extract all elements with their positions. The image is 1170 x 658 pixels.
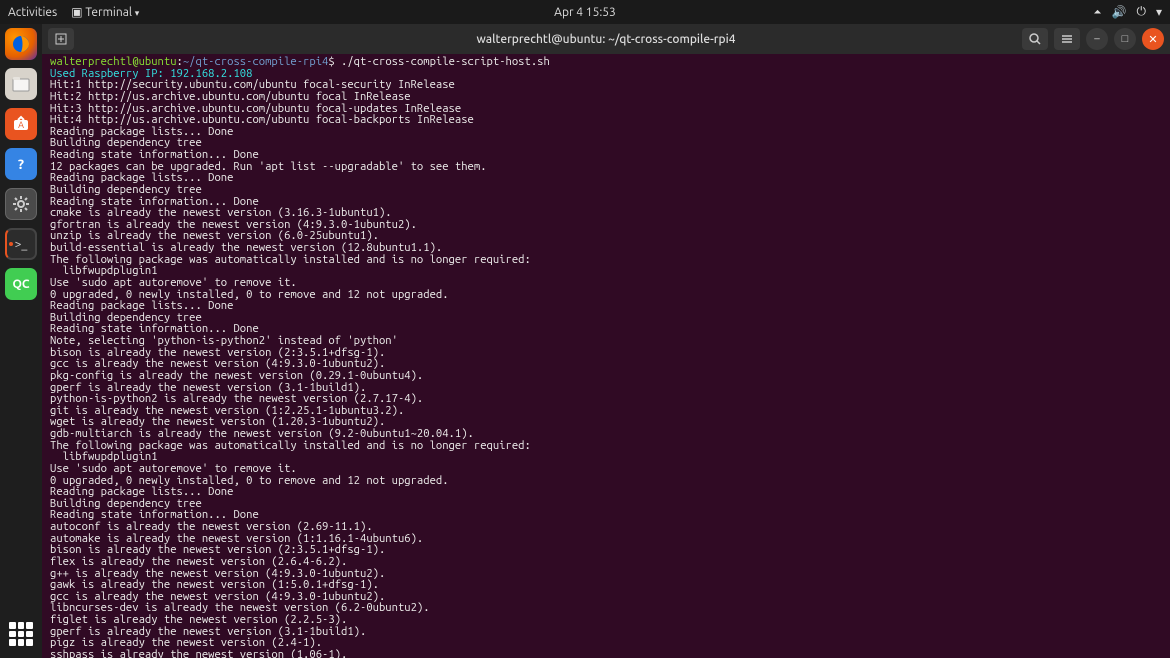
firefox-launcher-icon[interactable] bbox=[5, 28, 37, 60]
search-button[interactable] bbox=[1022, 28, 1048, 50]
maximize-button[interactable]: □ bbox=[1114, 28, 1136, 50]
terminal-app-menu[interactable]: ▣ Terminal bbox=[71, 5, 139, 19]
terminal-menu-label: Terminal bbox=[85, 6, 132, 19]
software-launcher-icon[interactable]: A bbox=[5, 108, 37, 140]
dock: A ? >_ QC bbox=[0, 24, 42, 658]
svg-text:A: A bbox=[18, 120, 24, 130]
terminal-window: walterprechtl@ubuntu: ~/qt-cross-compile… bbox=[42, 24, 1170, 658]
activities-button[interactable]: Activities bbox=[8, 6, 57, 19]
terminal-output[interactable]: walterprechtl@ubuntu:~/qt-cross-compile-… bbox=[42, 54, 1170, 658]
files-launcher-icon[interactable] bbox=[5, 68, 37, 100]
window-titlebar: walterprechtl@ubuntu: ~/qt-cross-compile… bbox=[42, 24, 1170, 54]
svg-text:?: ? bbox=[18, 156, 24, 172]
help-launcher-icon[interactable]: ? bbox=[5, 148, 37, 180]
command-text: ./qt-cross-compile-script-host.sh bbox=[341, 55, 550, 68]
terminal-launcher-icon[interactable]: >_ bbox=[5, 228, 37, 260]
system-menu-arrow-icon[interactable]: ▾ bbox=[1156, 5, 1162, 19]
power-icon[interactable]: ⏻ bbox=[1136, 5, 1146, 19]
terminal-stdout: Hit:1 http://security.ubuntu.com/ubuntu … bbox=[50, 78, 531, 658]
clock[interactable]: Apr 4 15:53 bbox=[554, 6, 616, 19]
prompt-glyph-icon: >_ bbox=[15, 238, 28, 251]
show-applications-icon[interactable] bbox=[5, 618, 37, 650]
new-tab-button[interactable] bbox=[48, 28, 74, 50]
window-title: walterprechtl@ubuntu: ~/qt-cross-compile… bbox=[477, 33, 736, 46]
close-button[interactable]: ✕ bbox=[1142, 28, 1164, 50]
qtcreator-launcher-icon[interactable]: QC bbox=[5, 268, 37, 300]
terminal-icon: ▣ bbox=[71, 6, 85, 19]
minimize-button[interactable]: – bbox=[1086, 28, 1108, 50]
network-icon[interactable]: ⏶ bbox=[1094, 6, 1102, 18]
settings-launcher-icon[interactable] bbox=[5, 188, 37, 220]
gnome-topbar: Activities ▣ Terminal Apr 4 15:53 ⏶ 🔊 ⏻ … bbox=[0, 0, 1170, 24]
hamburger-menu-button[interactable] bbox=[1054, 28, 1080, 50]
volume-icon[interactable]: 🔊 bbox=[1112, 5, 1127, 19]
prompt-symbol: $ bbox=[328, 55, 341, 68]
